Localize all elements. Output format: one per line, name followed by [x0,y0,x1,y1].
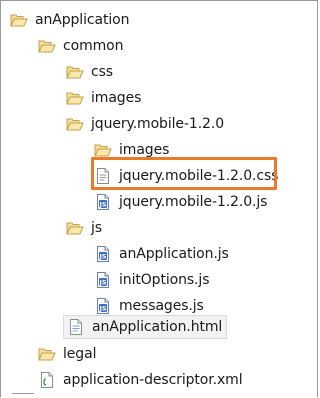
tree-item-js-folder[interactable]: js [66,216,102,240]
js-file-icon: JS [94,246,112,262]
svg-text:JS: JS [98,201,106,209]
open-folder-icon [66,116,84,132]
tree-item-label: common [63,38,124,54]
tree-item-jquery-mobile-css[interactable]: jquery.mobile-1.2.0.css [94,164,278,188]
tree-item-label: legal [63,346,97,362]
tree-item-jquery-mobile-folder[interactable]: jquery.mobile-1.2.0 [66,112,224,136]
svg-text:JS: JS [98,279,106,287]
tree-item-anapplication[interactable]: anApplication [10,8,129,32]
tree-item-initoptions-js[interactable]: JS initOptions.js [94,268,210,292]
open-folder-icon [66,64,84,80]
tree-item-label: jquery.mobile-1.2.0 [91,116,225,132]
tree-item-label: jquery.mobile-1.2.0.css [119,168,279,184]
open-folder-icon [94,142,112,158]
open-folder-icon [66,220,84,236]
tree-item-jquery-images-folder[interactable]: images [94,138,169,162]
tree-item-label: anApplication.js [119,246,229,262]
tree-item-label: css [91,64,113,80]
tree-item-label: jquery.mobile-1.2.0.js [119,194,268,210]
open-folder-icon [38,38,56,54]
js-file-icon: JS [94,298,112,314]
tree-item-legal-folder[interactable]: legal [38,342,96,366]
html-file-icon [67,319,85,335]
js-file-icon: JS [94,272,112,288]
open-folder-icon [38,346,56,362]
tree-item-label: application-descriptor.xml [63,372,243,388]
tree-item-anapplication-html[interactable]: anApplication.html [63,315,228,339]
tree-item-label: images [91,90,142,106]
svg-text:JS: JS [98,305,106,313]
tree-item-label: initOptions.js [119,272,210,288]
tree-item-css-folder[interactable]: css [66,60,113,84]
tree-item-application-descriptor[interactable]: application-descriptor.xml [38,368,243,392]
open-folder-icon [66,90,84,106]
svg-text:JS: JS [98,253,106,261]
tree-item-common[interactable]: common [38,34,123,58]
tree-item-images-folder[interactable]: images [66,86,141,110]
tree-item-anapplication-js[interactable]: JS anApplication.js [94,242,229,266]
js-file-icon: JS [94,194,112,210]
open-folder-icon [10,12,28,28]
cut-off-row-fragment [0,392,318,398]
tree-item-jquery-mobile-js[interactable]: JS jquery.mobile-1.2.0.js [94,190,267,214]
css-file-icon [94,168,112,184]
tree-item-label: images [119,142,170,158]
tree-item-label: anApplication [35,12,130,28]
tree-item-label: anApplication.html [92,319,223,335]
xml-file-icon [38,372,56,388]
tree-item-label: messages.js [119,298,204,314]
tree-item-label: js [91,220,102,236]
